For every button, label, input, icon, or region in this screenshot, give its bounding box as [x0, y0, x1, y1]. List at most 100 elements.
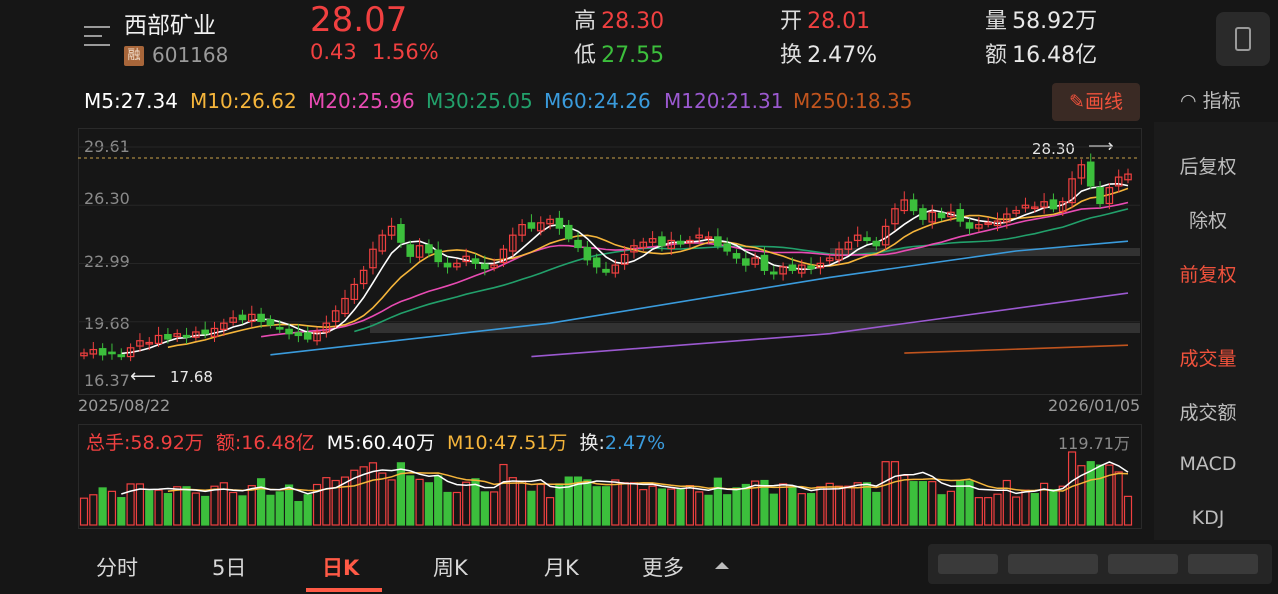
volume-bar — [378, 472, 387, 526]
volume-bar — [257, 478, 266, 526]
candle-body — [434, 249, 443, 263]
candle-body — [98, 348, 107, 356]
volume-bar — [685, 485, 694, 526]
candle-body — [238, 314, 247, 321]
volume-bar — [732, 487, 741, 526]
candle-body — [266, 319, 275, 326]
volume-bar — [704, 494, 713, 526]
volume-bar — [201, 495, 210, 526]
volume-bar — [527, 490, 536, 526]
volume-bar — [229, 491, 238, 526]
volume-bar — [303, 494, 312, 526]
volume-bar — [210, 485, 219, 526]
candle-body — [788, 264, 797, 271]
volume-bar — [629, 482, 639, 526]
volume-bar — [387, 479, 396, 526]
volume-bar — [676, 488, 685, 526]
volume-bar — [79, 497, 89, 526]
volume-bar — [816, 486, 825, 526]
volume-bar — [1095, 464, 1105, 526]
volume-bar — [648, 485, 657, 526]
candle-body — [108, 351, 116, 355]
volume-bar — [900, 474, 909, 526]
volume-bar — [173, 486, 182, 526]
volume-bar — [611, 479, 620, 526]
volume-bar — [872, 491, 881, 526]
volume-bar — [247, 485, 256, 526]
candle-body — [574, 239, 582, 249]
volume-bar — [1067, 451, 1077, 526]
candle-body — [937, 212, 946, 219]
volume-bar — [163, 493, 172, 526]
tab-daily-k[interactable]: 日K — [322, 552, 359, 582]
volume-bar — [443, 491, 452, 526]
volume-bar — [601, 486, 611, 526]
volume-bar — [788, 486, 797, 526]
candle-body — [555, 217, 564, 229]
candle-body — [592, 257, 601, 268]
volume-bar — [779, 483, 788, 526]
volume-bar — [946, 490, 955, 526]
candle-body — [397, 224, 405, 243]
volume-bar — [844, 485, 853, 526]
volume-bar — [583, 479, 592, 526]
volume-bar — [545, 497, 555, 526]
tab-more[interactable]: 更多 — [642, 552, 684, 582]
candle-body — [1086, 161, 1095, 187]
volume-bar — [98, 487, 107, 526]
candle-body — [760, 254, 769, 271]
volume-bar — [415, 478, 424, 526]
volume-bar — [154, 489, 163, 526]
candle-body — [872, 240, 881, 247]
tab-monthly-k[interactable]: 月K — [544, 552, 579, 582]
volume-bar — [424, 482, 433, 526]
volume-bar — [1123, 495, 1133, 526]
volume-bar — [396, 462, 406, 526]
caret-up-icon[interactable] — [715, 562, 729, 569]
candle-body — [275, 326, 284, 330]
candle-body — [956, 209, 965, 222]
volume-bar — [853, 482, 862, 526]
volume-bar — [769, 493, 778, 526]
volume-bar — [145, 490, 154, 526]
volume-bar — [107, 490, 117, 526]
volume-ma10-line — [167, 471, 1129, 492]
volume-bar — [1114, 471, 1123, 526]
volume-bar — [452, 491, 461, 526]
candle-body — [443, 262, 452, 268]
kline-svg — [78, 146, 1140, 526]
volume-bar — [1049, 489, 1058, 526]
candle-body — [564, 224, 573, 240]
tab-weekly-k[interactable]: 周K — [433, 552, 468, 582]
candle-body — [807, 265, 815, 270]
volume-bar — [1012, 496, 1021, 526]
candle-body — [602, 268, 610, 273]
candle-body — [201, 329, 209, 335]
candle-body — [303, 332, 312, 340]
candle-body — [583, 246, 592, 261]
volume-bar — [965, 480, 974, 526]
volume-bar — [592, 486, 601, 526]
volume-bar — [406, 475, 415, 526]
volume-bar — [806, 493, 816, 526]
candle-body — [182, 334, 191, 338]
volume-bar — [797, 493, 806, 526]
volume-bar — [191, 492, 200, 526]
candle-body — [714, 236, 722, 247]
tab-intraday[interactable]: 分时 — [96, 552, 138, 582]
candle-body — [658, 236, 666, 247]
volume-bar — [275, 491, 284, 526]
volume-bar — [881, 461, 890, 526]
obscured-watermark — [928, 544, 1272, 584]
volume-bar — [723, 494, 732, 526]
volume-ma5-line — [121, 461, 1129, 495]
volume-bar — [536, 483, 545, 526]
volume-bar — [266, 494, 275, 526]
volume-bar — [555, 483, 564, 526]
tab-5day[interactable]: 5日 — [212, 552, 246, 582]
volume-bar — [909, 481, 918, 526]
active-tab-indicator — [306, 588, 382, 592]
volume-bar — [667, 488, 676, 526]
candle-body — [723, 243, 731, 252]
candle-body — [527, 222, 536, 229]
